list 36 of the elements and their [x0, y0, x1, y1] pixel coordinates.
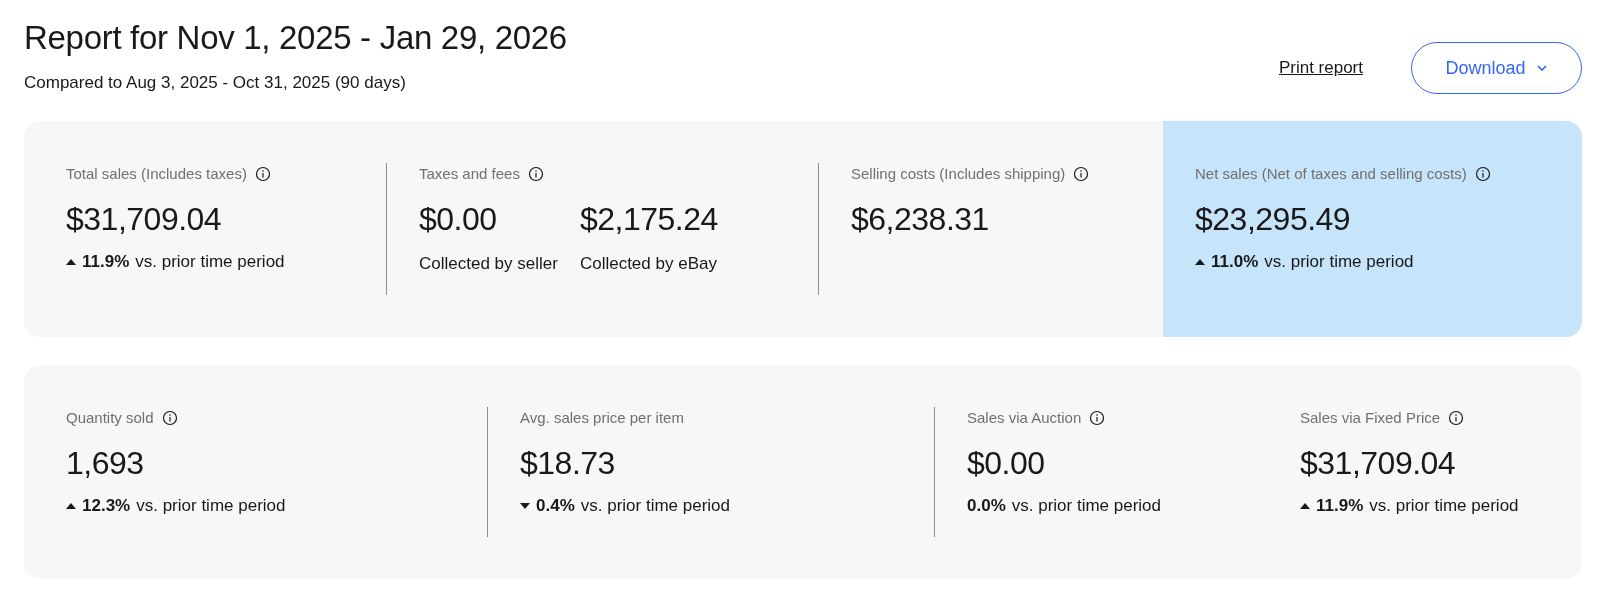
metric-value: 1,693 — [66, 445, 144, 481]
metric-label: Sales via Fixed Price — [1300, 408, 1441, 429]
metric-caption: Collected by seller — [419, 252, 558, 275]
metric-value: $0.00 — [419, 201, 498, 237]
metric-label: Total sales (Includes taxes) — [66, 164, 247, 185]
metric-label: Selling costs (Includes shipping) — [851, 164, 1066, 185]
metric-value: $18.73 — [520, 445, 615, 481]
change-percent: 11.0% — [1211, 250, 1259, 273]
change-text: vs. prior time period — [1011, 494, 1162, 517]
metric-value: $6,238.31 — [851, 201, 989, 237]
metric-value: $23,295.49 — [1195, 201, 1351, 237]
metric-label: Avg. sales price per item — [520, 408, 684, 429]
change-text: vs. prior time period — [1264, 250, 1414, 273]
metric-label: Sales via Auction — [967, 408, 1082, 429]
metric-value: $31,709.04 — [66, 201, 222, 237]
change-percent: 11.9% — [82, 250, 130, 273]
change-text: vs. prior time period — [1369, 494, 1519, 517]
chevron-down-icon — [1535, 64, 1548, 72]
metric-caption: Collected by eBay — [579, 252, 718, 275]
change-text: vs. prior time period — [135, 250, 285, 273]
metric-value: $31,709.04 — [1300, 445, 1456, 481]
comparison-period: Compared to Aug 3, 2025 - Oct 31, 2025 (90 days) — [24, 71, 407, 94]
change-percent: 0.0% — [967, 494, 1006, 517]
change-percent: 0.4% — [536, 494, 575, 517]
metric-value: $0.00 — [967, 445, 1045, 481]
metric-label: Quantity sold — [66, 408, 154, 429]
print-report-link[interactable]: Print report — [1278, 55, 1363, 81]
change-text: vs. prior time period — [136, 494, 286, 517]
metric-label: Net sales (Net of taxes and selling costs) — [1195, 164, 1467, 185]
download-button[interactable]: Download — [1411, 42, 1582, 94]
change-text: vs. prior time period — [580, 494, 731, 517]
metric-value: $2,175.24 — [579, 201, 718, 237]
change-percent: 11.9% — [1316, 494, 1364, 517]
report-title: Report for Nov 1, 2025 - Jan 29, 2026 — [24, 18, 567, 58]
metric-label: Taxes and fees — [419, 164, 520, 185]
change-percent: 12.3% — [82, 494, 131, 517]
